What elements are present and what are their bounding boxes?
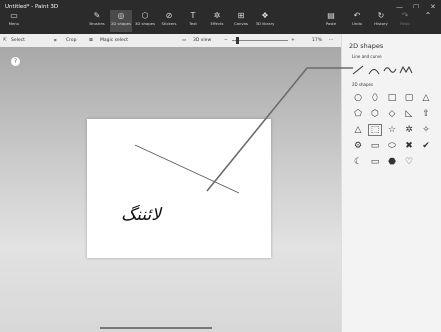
gear-shape-icon[interactable]: ⚙ [351,140,365,152]
selected-shape-icon[interactable]: ⬚ [368,124,382,136]
crop-icon: ⌗ [54,39,57,44]
tool-label: Text [189,21,197,26]
tool-canvas[interactable]: ⊞ Canvas [230,10,252,32]
history-button[interactable]: ↻ History [370,10,392,32]
circle-shape-icon[interactable]: ○ [351,92,365,104]
action-label: Paste [325,21,337,26]
more-options-button[interactable]: ··· [329,38,333,43]
undo-button[interactable]: ↶ Undo [346,10,368,32]
line-icon[interactable] [351,65,365,75]
collapse-ribbon-icon[interactable]: ⌃ [418,10,438,32]
oval-bubble-shape-icon[interactable]: ⬭ [385,140,399,152]
zoom-in-icon[interactable]: + [291,38,295,43]
triangle-outline-shape-icon[interactable]: △ [351,124,365,136]
tool-label: Brushes [89,21,105,26]
3d-library-icon: ❖ [261,11,269,20]
crop-button[interactable]: Crop [66,38,77,43]
paint3d-window: Untitled* - Paint 3D — □ ✕ ▭ Menu ✎ Brus… [0,0,441,332]
zigzag-icon[interactable] [399,65,413,75]
horizontal-scrollbar[interactable] [100,327,212,329]
arrow-shape-icon[interactable]: ⇧ [419,108,433,120]
tool-label: Canvas [234,21,248,26]
3d-shapes-icon: ⬡ [141,11,149,20]
diamond-shape-icon[interactable]: ◇ [385,108,399,120]
action-label: Undo [352,21,362,26]
tool-label: Effects [210,21,224,26]
badge-shape-icon[interactable]: ⬣ [385,156,399,168]
right-triangle-shape-icon[interactable]: ◺ [402,108,416,120]
canvas-text[interactable]: لائننگ [121,205,161,225]
tool-stickers[interactable]: ⊘ Stickers [158,10,180,32]
canvas-icon: ⊞ [237,11,245,20]
help-button[interactable]: ? [11,57,20,66]
zoom-slider-track[interactable] [232,40,288,41]
menu-button[interactable]: ▭ Menu [3,10,25,32]
tool-text[interactable]: T Text [182,10,204,32]
paste-icon: ▤ [327,11,335,20]
select-button[interactable]: Select [11,38,25,43]
redo-button[interactable]: ↷ Redo [394,10,416,32]
drawing-canvas[interactable]: لائننگ [87,119,271,258]
square-shape-icon[interactable]: □ [385,92,399,104]
panel-title: 2D shapes [349,42,384,50]
moon-shape-icon[interactable]: ☾ [351,156,365,168]
tool-label: 2D shapes [111,21,131,26]
tool-effects[interactable]: ✲ Effects [206,10,228,32]
select-icon: ⇱ [3,38,7,43]
side-panel-2d-shapes: 2D shapes Line and curve 2D shapes ○ ⬯ □… [341,34,441,332]
3d-view-icon: ▭ [182,38,187,43]
2d-shapes-label: 2D shapes [352,82,374,87]
tool-3d-shapes[interactable]: ⬡ 3D shapes [134,10,156,32]
undo-icon: ↶ [353,11,361,20]
zoom-level: 17% [312,38,323,43]
workspace[interactable]: ? لائننگ [0,47,341,332]
wave-icon[interactable] [383,65,397,75]
tool-label: Stickers [161,21,177,26]
folder-icon: ▭ [10,11,18,20]
magic-select-button[interactable]: Magic select [100,38,128,43]
action-label: Redo [400,21,410,26]
rounded-square-shape-icon[interactable]: ▢ [402,92,416,104]
tool-label: 3D shapes [135,21,155,26]
paste-button[interactable]: ▤ Paste [320,10,342,32]
ribbon: ▭ Menu ✎ Brushes ◎ 2D shapes ⬡ 3D shapes… [0,8,441,34]
redo-icon: ↷ [401,11,409,20]
cross-shape-icon[interactable]: ✖ [402,140,416,152]
drawn-line[interactable] [87,119,271,258]
hexagon-shape-icon[interactable]: ⬡ [368,108,382,120]
effects-icon: ✲ [213,11,221,20]
3d-view-toggle[interactable]: 3D view [193,38,211,43]
ellipse-shape-icon[interactable]: ⬯ [368,92,382,104]
triangle-shape-icon[interactable]: △ [419,92,433,104]
sparkle-shape-icon[interactable]: ✧ [419,124,433,136]
heart-shape-icon[interactable]: ♡ [402,156,416,168]
brush-icon: ✎ [93,11,101,20]
text-icon: T [190,11,196,20]
tool-3d-library[interactable]: ❖ 3D library [254,10,276,32]
tool-2d-shapes[interactable]: ◎ 2D shapes [110,10,132,32]
history-icon: ↻ [377,11,385,20]
speech-bubble-shape-icon[interactable]: ▭ [368,140,382,152]
tool-label: 3D library [255,21,275,26]
magic-select-icon: ⊠ [89,38,93,43]
burst-shape-icon[interactable]: ✲ [402,124,416,136]
stickers-icon: ⊘ [165,11,173,20]
zoom-out-icon[interactable]: − [224,38,228,43]
action-label: History [374,21,388,26]
curve-icon[interactable] [367,65,381,75]
menu-label: Menu [8,21,20,26]
line-and-curve-label: Line and curve [352,54,382,59]
banner-shape-icon[interactable]: ▭ [368,156,382,168]
star-shape-icon[interactable]: ☆ [385,124,399,136]
tool-brushes[interactable]: ✎ Brushes [86,10,108,32]
zoom-slider-thumb[interactable] [236,37,239,44]
2d-shapes-icon: ◎ [117,11,125,20]
check-shape-icon[interactable]: ✔ [419,140,433,152]
pentagon-shape-icon[interactable]: ⬠ [351,108,365,120]
